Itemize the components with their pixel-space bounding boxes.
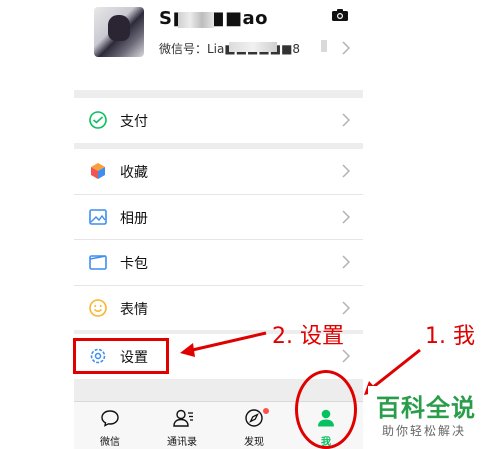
- settings-highlight-box: [73, 338, 169, 374]
- contacts-icon: [173, 409, 193, 427]
- sticker-smile-icon: [89, 298, 107, 317]
- me-tab-highlight-circle: [295, 370, 357, 449]
- menu-label-stickers: 表情: [120, 301, 148, 318]
- chevron-right-icon: [342, 41, 350, 55]
- card-wallet-icon: [89, 255, 107, 270]
- chevron-right-icon: [342, 209, 350, 224]
- menu-item-pay[interactable]: 支付: [74, 98, 363, 143]
- notification-dot: [263, 408, 269, 414]
- favorites-cube-icon: [91, 163, 105, 179]
- chevron-right-icon: [342, 349, 350, 363]
- chat-icon: [101, 410, 119, 427]
- watermark-title: 百科全说: [376, 394, 476, 422]
- id-redaction: [229, 42, 277, 52]
- collections-section: 收藏 相册 卡包 表情: [74, 149, 363, 330]
- profile-header[interactable]: S■■■■ao 微信号：Lia■■■■■■8: [74, 0, 363, 90]
- watermark-subtitle: 助你轻松解决: [382, 424, 467, 438]
- pay-icon: [89, 111, 107, 129]
- step1-annotation: 1. 我: [425, 324, 475, 349]
- album-icon: [89, 208, 107, 225]
- chevron-right-icon: [342, 113, 350, 127]
- menu-label-favorites: 收藏: [120, 165, 148, 181]
- menu-label-pay: 支付: [120, 114, 148, 130]
- menu-item-cards[interactable]: 卡包: [74, 239, 363, 285]
- tab-discover[interactable]: 发现: [218, 402, 290, 449]
- camera-icon[interactable]: [332, 9, 348, 21]
- pay-section: 支付: [74, 98, 363, 143]
- name-redaction: [178, 12, 214, 28]
- tab-label-contacts: 通讯录: [167, 437, 197, 448]
- tab-label-chats: 微信: [100, 437, 120, 448]
- tab-label-discover: 发现: [244, 437, 264, 448]
- compass-icon: [245, 409, 263, 427]
- tab-chats[interactable]: 微信: [74, 402, 146, 449]
- step2-annotation: 2. 设置: [272, 324, 344, 349]
- qr-redaction: [321, 40, 327, 52]
- menu-item-album[interactable]: 相册: [74, 193, 363, 240]
- avatar[interactable]: [94, 7, 144, 57]
- chevron-right-icon: [342, 255, 350, 269]
- menu-label-cards: 卡包: [120, 256, 148, 272]
- menu-label-album: 相册: [120, 210, 148, 227]
- tab-contacts[interactable]: 通讯录: [146, 402, 218, 449]
- chevron-right-icon: [342, 300, 350, 315]
- chevron-right-icon: [342, 164, 350, 178]
- menu-item-favorites[interactable]: 收藏: [74, 149, 363, 194]
- watermark: 百科全说 助你轻松解决: [368, 386, 486, 444]
